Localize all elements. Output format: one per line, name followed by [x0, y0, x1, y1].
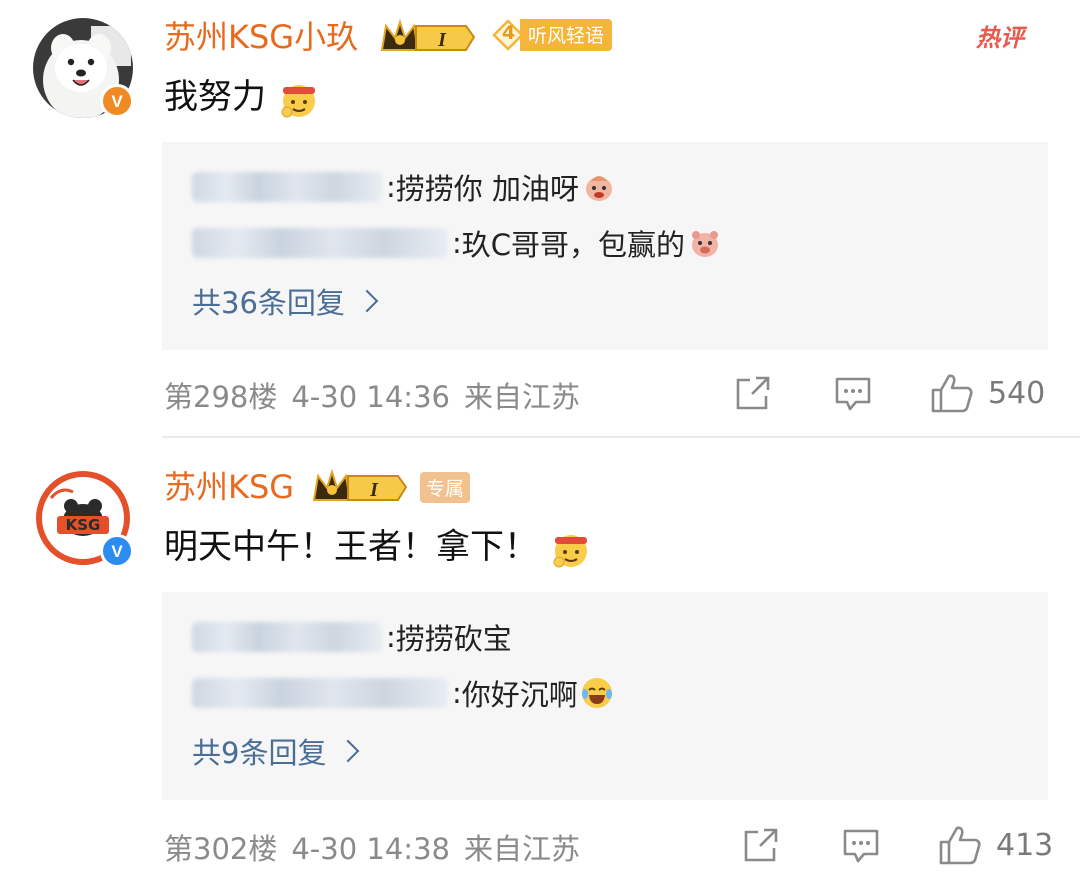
reply-item: : 捞捞砍宝 — [192, 614, 512, 660]
like-count: 413 — [996, 827, 1054, 863]
comment-meta: 第298楼 4-30 14:36 来自江苏 — [164, 374, 594, 416]
cheer-emoji-icon — [586, 176, 612, 201]
comment-meta: 第302楼 4-30 14:38 来自江苏 — [164, 826, 594, 868]
reply-item: : 玖C哥哥，包赢的 — [192, 220, 723, 266]
effort-emoji-icon — [553, 534, 587, 567]
blurred-username — [192, 228, 448, 258]
verified-icon: V — [100, 534, 134, 568]
comment-text: 明天中午！王者！拿下！ — [164, 522, 591, 572]
chevron-right-icon — [337, 739, 360, 763]
comment-item: KSG V 苏州KSG I 专属 明天中午！王者！拿下！ : 捞捞砍宝 : 你好… — [0, 450, 1080, 873]
view-replies-link[interactable]: 共36条回复 — [192, 280, 379, 322]
like-button[interactable]: 540 — [930, 372, 1045, 414]
share-icon — [736, 376, 770, 410]
reply-item: : 捞捞你 加油呀 — [192, 164, 617, 210]
reply-preview[interactable]: : 捞捞砍宝 : 你好沉啊 共9条回复 — [162, 592, 1048, 800]
timestamp: 4-30 14:36 — [291, 380, 450, 414]
effort-emoji-icon — [281, 84, 315, 117]
verified-icon: V — [100, 84, 134, 118]
fan-badge[interactable]: 4 听风轻语 — [490, 19, 613, 51]
username[interactable]: 苏州KSG — [164, 466, 294, 508]
crown-level-icon: I — [380, 18, 476, 51]
username[interactable]: 苏州KSG小玖 — [164, 16, 358, 58]
reply-preview[interactable]: : 捞捞你 加油呀 : 玖C哥哥，包赢的 共36条回复 — [162, 142, 1048, 350]
share-icon — [744, 828, 778, 862]
reply-text: 玖C哥哥，包赢的 — [461, 228, 686, 262]
thumbs-up-icon — [931, 374, 973, 413]
svg-text:I: I — [437, 29, 447, 51]
like-button[interactable]: 413 — [938, 824, 1053, 866]
comment-icon — [843, 829, 879, 863]
divider — [162, 436, 1080, 438]
pig-emoji-icon — [692, 231, 719, 257]
view-replies-label: 共36条回复 — [192, 286, 345, 320]
reply-item: : 你好沉啊 — [192, 670, 614, 716]
timestamp: 4-30 14:38 — [291, 832, 450, 866]
location: 来自江苏 — [463, 380, 580, 414]
like-count: 540 — [988, 375, 1046, 411]
comment-icon — [835, 377, 871, 411]
reply-text: 捞捞砍宝 — [395, 622, 512, 656]
fan-badge-label: 听风轻语 — [520, 19, 613, 51]
view-replies-label: 共9条回复 — [192, 736, 327, 770]
comment-text-content: 明天中午！王者！拿下！ — [164, 527, 538, 567]
laugh-cry-emoji-icon — [581, 678, 612, 708]
comment-item: V 苏州KSG小玖 I 4 听风轻语 热评 我努力 : 捞捞你 加油呀: 玖C… — [0, 0, 1080, 436]
reply-text: 你好沉啊 — [461, 678, 578, 712]
thumbs-up-icon — [939, 826, 981, 865]
chevron-right-icon — [355, 289, 379, 313]
location: 来自江苏 — [463, 832, 580, 866]
share-button[interactable] — [742, 826, 780, 864]
blurred-username — [192, 622, 382, 652]
view-replies-link[interactable]: 共9条回复 — [192, 730, 360, 772]
hot-comment-badge: 热评 — [976, 24, 1024, 52]
floor-number: 第302楼 — [164, 832, 278, 866]
exclusive-tag: 专属 — [420, 472, 471, 503]
reply-text: 捞捞你 加油呀 — [395, 172, 579, 206]
blurred-username — [192, 172, 382, 202]
svg-text:KSG: KSG — [66, 516, 101, 534]
comment-button[interactable] — [834, 376, 872, 412]
fan-badge-level: 4 — [502, 22, 516, 44]
svg-text:I: I — [369, 479, 379, 501]
comment-text: 我努力 — [164, 72, 319, 122]
crown-level-icon: I — [312, 468, 408, 501]
blurred-username — [192, 678, 448, 708]
share-button[interactable] — [734, 374, 772, 412]
comment-text-content: 我努力 — [164, 77, 266, 117]
floor-number: 第298楼 — [164, 380, 278, 414]
comment-button[interactable] — [842, 828, 880, 864]
